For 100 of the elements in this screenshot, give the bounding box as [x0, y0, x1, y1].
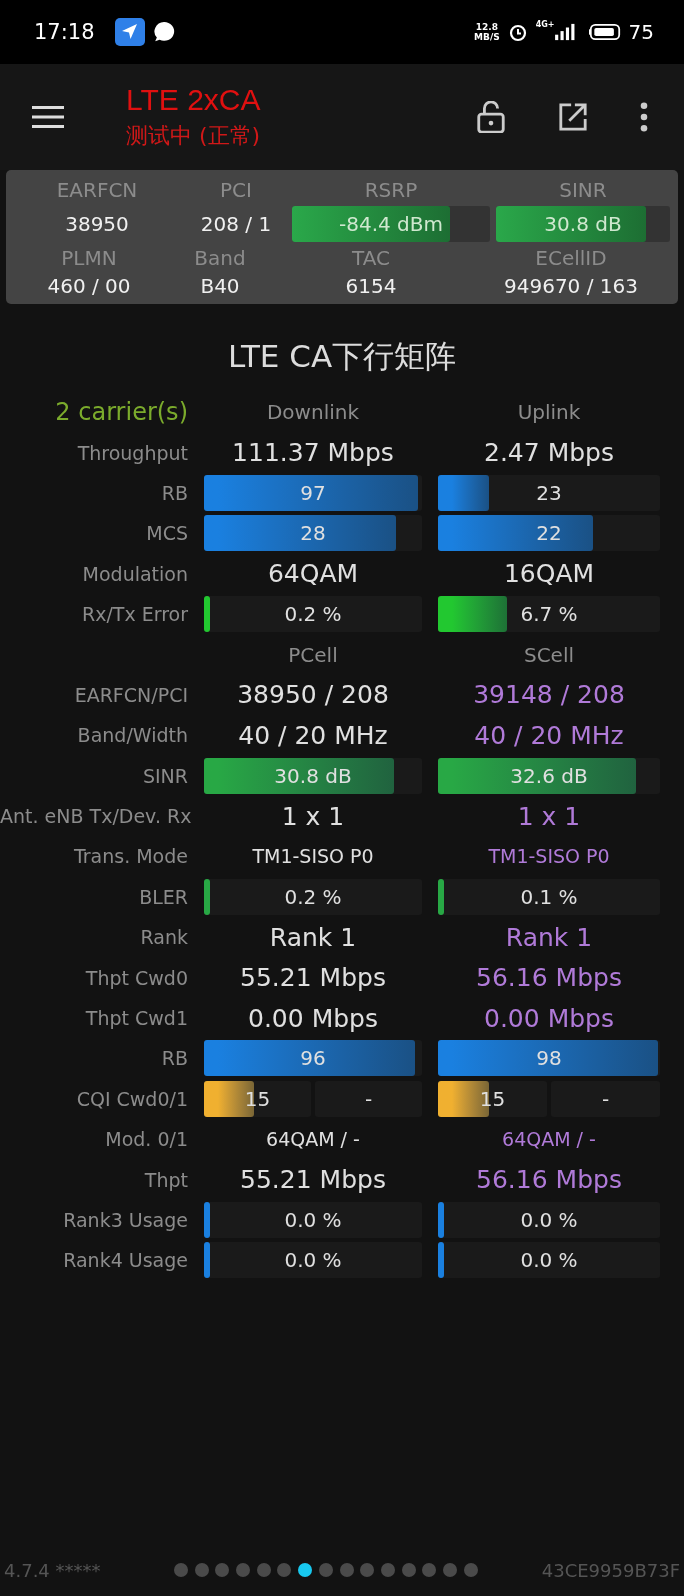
- column-header: Downlink: [265, 400, 360, 425]
- page-dot[interactable]: [339, 1563, 354, 1577]
- more-options-icon[interactable]: [640, 102, 648, 132]
- meter-value: 97: [300, 480, 326, 505]
- cell-value: 40 / 20 MHz: [473, 720, 625, 750]
- summary-label: SINR: [558, 178, 608, 202]
- page-dot[interactable]: [380, 1563, 395, 1577]
- summary-value: -84.4 dBm: [339, 212, 443, 236]
- meter-value: 0.0 %: [284, 1248, 342, 1273]
- cell-value: 56.16 Mbps: [475, 1165, 623, 1195]
- summary-label: PLMN: [60, 246, 118, 270]
- row-label: RB: [160, 1047, 188, 1070]
- row-label: EARFCN/PCI: [73, 683, 188, 706]
- cell-value: Rank 1: [268, 922, 358, 952]
- meter-value: 23: [536, 480, 562, 505]
- cell-value: TM1-SISO P0: [487, 845, 611, 868]
- cell-value: 38950 / 208: [236, 680, 390, 710]
- summary-label: EARFCN: [55, 178, 139, 202]
- clock-time: 17:18: [34, 20, 95, 44]
- test-status: 测试中 (正常): [126, 122, 261, 150]
- cell-value: 64QAM: [266, 559, 360, 589]
- page-dot[interactable]: [463, 1563, 478, 1577]
- page-dot[interactable]: [298, 1563, 313, 1577]
- cell-value: 111.37 Mbps: [231, 438, 395, 468]
- cell-value: 16QAM: [502, 559, 596, 589]
- external-link-icon[interactable]: [558, 101, 588, 133]
- meter-value: 6.7 %: [520, 602, 578, 627]
- meter-value: 0.1 %: [520, 884, 578, 909]
- row-label: Thpt: [143, 1168, 188, 1191]
- summary-value: 30.8 dB: [544, 212, 622, 236]
- speed-unit: MB/S: [474, 32, 500, 42]
- cell-value: 64QAM / -: [265, 1128, 361, 1151]
- cell-value: 0.00 Mbps: [247, 1003, 379, 1033]
- cell-value: 0.00 Mbps: [483, 1003, 615, 1033]
- page-dot[interactable]: [174, 1563, 188, 1577]
- row-label: Thpt Cwd1: [84, 1007, 188, 1030]
- summary-value: 949670 / 163: [503, 274, 639, 298]
- signal-icon: [554, 23, 575, 41]
- column-header: SCell: [522, 642, 576, 667]
- cell-value: 39148 / 208: [472, 680, 626, 710]
- page-dot[interactable]: [442, 1563, 457, 1577]
- row-label: Rank3 Usage: [62, 1209, 188, 1231]
- cell-value: 56.16 Mbps: [475, 963, 623, 993]
- row-label: Throughput: [76, 441, 188, 464]
- section-heading: LTE CA下行矩阵: [226, 337, 458, 376]
- meter-value: 28: [300, 521, 326, 546]
- page-dot[interactable]: [401, 1563, 416, 1577]
- meter-value: -: [364, 1086, 373, 1111]
- summary-value: 208 / 1: [199, 212, 273, 236]
- cell-value: 40 / 20 MHz: [237, 720, 389, 750]
- battery-icon: [588, 22, 621, 42]
- menu-icon[interactable]: [32, 105, 64, 129]
- page-dot[interactable]: [194, 1563, 209, 1577]
- row-label: Rx/Tx Error: [80, 603, 188, 626]
- row-label: Band/Width: [76, 724, 188, 747]
- meter-value: 0.0 %: [520, 1248, 578, 1273]
- summary-label: Band: [193, 246, 247, 270]
- summary-value: 38950: [64, 212, 130, 236]
- row-label: Trans. Mode: [72, 845, 188, 868]
- cell-value: TM1-SISO P0: [251, 845, 375, 868]
- page-dot[interactable]: [360, 1563, 375, 1577]
- row-label: Mod. 0/1: [104, 1128, 188, 1151]
- summary-label: PCI: [219, 178, 253, 202]
- summary-value: 6154: [344, 274, 398, 298]
- row-label: Rank: [139, 926, 188, 949]
- page-dot[interactable]: [318, 1563, 333, 1577]
- page-dot[interactable]: [277, 1563, 292, 1577]
- meter-value: 0.2 %: [284, 602, 342, 627]
- summary-label: TAC: [351, 246, 391, 270]
- row-label: SINR: [141, 764, 188, 787]
- meter-value: 0.0 %: [284, 1208, 342, 1232]
- row-label: Rank4 Usage: [62, 1249, 188, 1272]
- app-version: 4.7.4 *****: [4, 1559, 102, 1581]
- row-label: RB: [160, 481, 188, 504]
- column-header: PCell: [287, 642, 339, 667]
- row-label: CQI Cwd0/1: [75, 1087, 188, 1110]
- column-header: Uplink: [516, 400, 582, 425]
- page-dot[interactable]: [422, 1563, 437, 1577]
- page-dot[interactable]: [215, 1563, 230, 1577]
- device-id: 43CE9959B73F: [541, 1559, 680, 1581]
- cell-value: 1 x 1: [280, 801, 346, 831]
- meter-value: 30.8 dB: [274, 763, 352, 788]
- meter-value: 0.0 %: [520, 1208, 578, 1232]
- cell-value: 64QAM / -: [501, 1128, 597, 1151]
- summary-label: RSRP: [363, 178, 419, 202]
- app-title: LTE 2xCA: [126, 83, 261, 117]
- battery-level: 75: [628, 20, 654, 44]
- summary-value: 460 / 00: [46, 274, 132, 298]
- page-dot[interactable]: [236, 1563, 251, 1577]
- cell-value: 1 x 1: [516, 801, 582, 831]
- cell-value: Rank 1: [504, 922, 594, 952]
- page-dot[interactable]: [256, 1563, 271, 1577]
- unlocked-padlock-icon[interactable]: [476, 101, 506, 133]
- cell-value: 55.21 Mbps: [239, 1165, 387, 1195]
- meter-value: 22: [536, 521, 562, 546]
- cell-value: 55.21 Mbps: [239, 963, 387, 993]
- alarm-clock-icon: [507, 22, 528, 42]
- chat-bubble-icon: [152, 21, 175, 43]
- meter-value: 98: [536, 1046, 562, 1071]
- row-label: Modulation: [81, 562, 188, 585]
